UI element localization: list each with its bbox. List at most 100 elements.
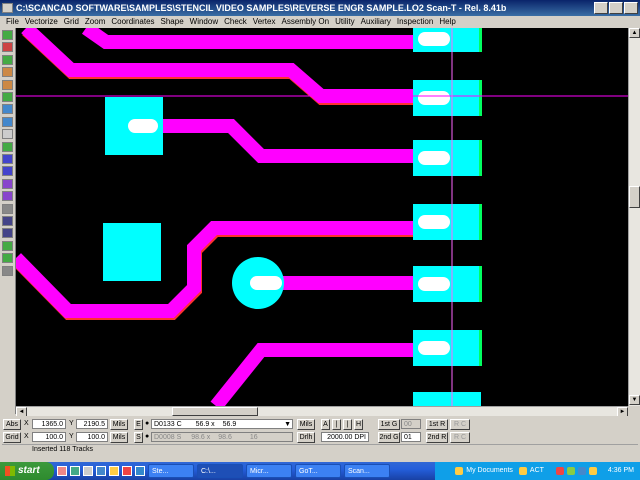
menu-window[interactable]: Window xyxy=(187,16,221,28)
connect-icon[interactable] xyxy=(2,253,13,264)
pcb-drawing[interactable] xyxy=(16,28,628,406)
quicklaunch-icon[interactable] xyxy=(57,466,67,476)
settings-icon[interactable] xyxy=(2,265,13,276)
track-icon[interactable] xyxy=(2,79,13,90)
second-g-button[interactable]: 2nd G xyxy=(378,432,400,443)
pcb-canvas[interactable] xyxy=(16,28,628,406)
folder-icon[interactable] xyxy=(518,467,527,475)
scroll-up-button[interactable]: ▲ xyxy=(629,28,640,38)
start-button[interactable]: start xyxy=(0,462,54,480)
quicklaunch-icon[interactable] xyxy=(96,466,106,476)
quicklaunch-icon[interactable] xyxy=(135,466,145,476)
zoom-in-icon[interactable] xyxy=(2,42,13,53)
menu-inspection[interactable]: Inspection xyxy=(394,16,436,28)
abs-x-field[interactable]: 1365.0 xyxy=(32,419,66,429)
minimize-button[interactable] xyxy=(594,2,608,14)
layer-3-icon[interactable] xyxy=(2,178,13,189)
print-icon[interactable] xyxy=(2,129,13,140)
taskbar-button[interactable]: Ste... xyxy=(148,464,194,478)
quicklaunch-icon[interactable] xyxy=(109,466,119,476)
folder-icon[interactable] xyxy=(455,467,464,475)
tray-icon[interactable] xyxy=(577,467,586,475)
menu-check[interactable]: Check xyxy=(221,16,250,28)
act-label[interactable]: ACT xyxy=(530,462,544,480)
first-g-field[interactable]: 00 xyxy=(401,419,421,429)
chevron-down-icon[interactable]: ▼ xyxy=(284,420,291,430)
grid-icon[interactable] xyxy=(2,141,13,152)
node-icon[interactable] xyxy=(2,240,13,251)
tray-icon[interactable] xyxy=(555,467,564,475)
chart-icon[interactable] xyxy=(2,203,13,214)
quicklaunch-icon[interactable] xyxy=(83,466,93,476)
pad-icon[interactable] xyxy=(2,92,13,102)
second-r-button[interactable]: 2nd R xyxy=(426,432,448,443)
select-tool-icon[interactable] xyxy=(2,30,13,40)
track xyxy=(146,119,436,163)
my-documents-label[interactable]: My Documents xyxy=(466,462,513,480)
quicklaunch-icon[interactable] xyxy=(70,466,80,476)
taskbar-button[interactable]: Scan... xyxy=(344,464,390,478)
round-pad-icon[interactable] xyxy=(2,228,13,239)
menu-utility[interactable]: Utility xyxy=(332,16,358,28)
menu-vectorize[interactable]: Vectorize xyxy=(22,16,61,28)
a-button[interactable]: A xyxy=(321,419,330,430)
drill-button[interactable]: Drlh xyxy=(297,432,315,443)
scroll-down-button[interactable]: ▼ xyxy=(629,395,640,405)
menu-assembly-on[interactable]: Assembly On xyxy=(278,16,332,28)
check-icon[interactable] xyxy=(2,116,13,127)
grid-button[interactable]: Grid xyxy=(3,432,21,443)
menu-auxiliary[interactable]: Auxiliary xyxy=(358,16,394,28)
tray-icon[interactable] xyxy=(588,467,597,475)
taskbar-button[interactable]: Micr... xyxy=(246,464,292,478)
abs-y-field[interactable]: 2190.5 xyxy=(76,419,108,429)
maximize-button[interactable] xyxy=(609,2,623,14)
app-icon[interactable] xyxy=(2,3,13,13)
rect-pad-icon[interactable] xyxy=(2,216,13,226)
layer-1-icon[interactable] xyxy=(2,154,13,164)
clock[interactable]: 4:36 PM xyxy=(608,462,634,480)
aperture-select[interactable]: D0133 C 56.9 x 56.9 ▼ xyxy=(151,419,293,429)
menu-help[interactable]: Help xyxy=(436,16,458,28)
move-icon[interactable] xyxy=(2,104,13,115)
horizontal-scroll-thumb[interactable] xyxy=(172,407,258,416)
menu-coordinates[interactable]: Coordinates xyxy=(108,16,157,28)
abs-units-button[interactable]: Mils xyxy=(110,419,128,430)
e-button[interactable]: E xyxy=(134,419,143,430)
s-button[interactable]: S xyxy=(134,432,143,443)
first-g-button[interactable]: 1st G xyxy=(378,419,400,430)
task-list: Ste... C:\... Micr... GoT... Scan... xyxy=(145,464,390,478)
aperture-units-button[interactable]: Mils xyxy=(297,419,315,430)
menu-shape[interactable]: Shape xyxy=(158,16,187,28)
taskbar-button[interactable]: GoT... xyxy=(295,464,341,478)
prev-button[interactable]: | xyxy=(332,419,341,430)
rc-button-2[interactable]: R C xyxy=(450,432,470,443)
aperture-y: 56.9 xyxy=(222,421,237,428)
menu-vertex[interactable]: Vertex xyxy=(250,16,279,28)
horizontal-scrollbar[interactable]: ◄ ► xyxy=(16,406,628,417)
abs-button[interactable]: Abs xyxy=(3,419,21,430)
rc-button-1[interactable]: R C xyxy=(450,419,470,430)
menu-zoom[interactable]: Zoom xyxy=(82,16,108,28)
next-button[interactable]: | xyxy=(343,419,352,430)
menu-grid[interactable]: Grid xyxy=(61,16,82,28)
vertical-scrollbar[interactable]: ▲ ▼ xyxy=(628,28,640,406)
taskbar-button[interactable]: C:\... xyxy=(197,464,243,478)
vertical-scroll-thumb[interactable] xyxy=(629,186,640,208)
window-title: C:\SCANCAD SOFTWARE\SAMPLES\STENCIL VIDE… xyxy=(16,3,507,13)
pad-fringe xyxy=(479,80,482,116)
tray-icon[interactable] xyxy=(566,467,575,475)
grid-x-field[interactable]: 100.0 xyxy=(32,432,66,442)
zoom-out-icon[interactable] xyxy=(2,54,13,65)
grid-units-button[interactable]: Mils xyxy=(110,432,128,443)
close-button[interactable] xyxy=(624,2,638,14)
h-button[interactable]: H xyxy=(354,419,363,430)
first-r-button[interactable]: 1st R xyxy=(426,419,448,430)
tool-palette xyxy=(0,28,16,414)
pan-icon[interactable] xyxy=(2,67,13,78)
menu-file[interactable]: File xyxy=(3,16,22,28)
layer-2-icon[interactable] xyxy=(2,166,13,177)
quicklaunch-icon[interactable] xyxy=(122,466,132,476)
layer-4-icon[interactable] xyxy=(2,191,13,202)
grid-y-field[interactable]: 100.0 xyxy=(76,432,108,442)
second-g-field[interactable]: 01 xyxy=(401,432,421,442)
